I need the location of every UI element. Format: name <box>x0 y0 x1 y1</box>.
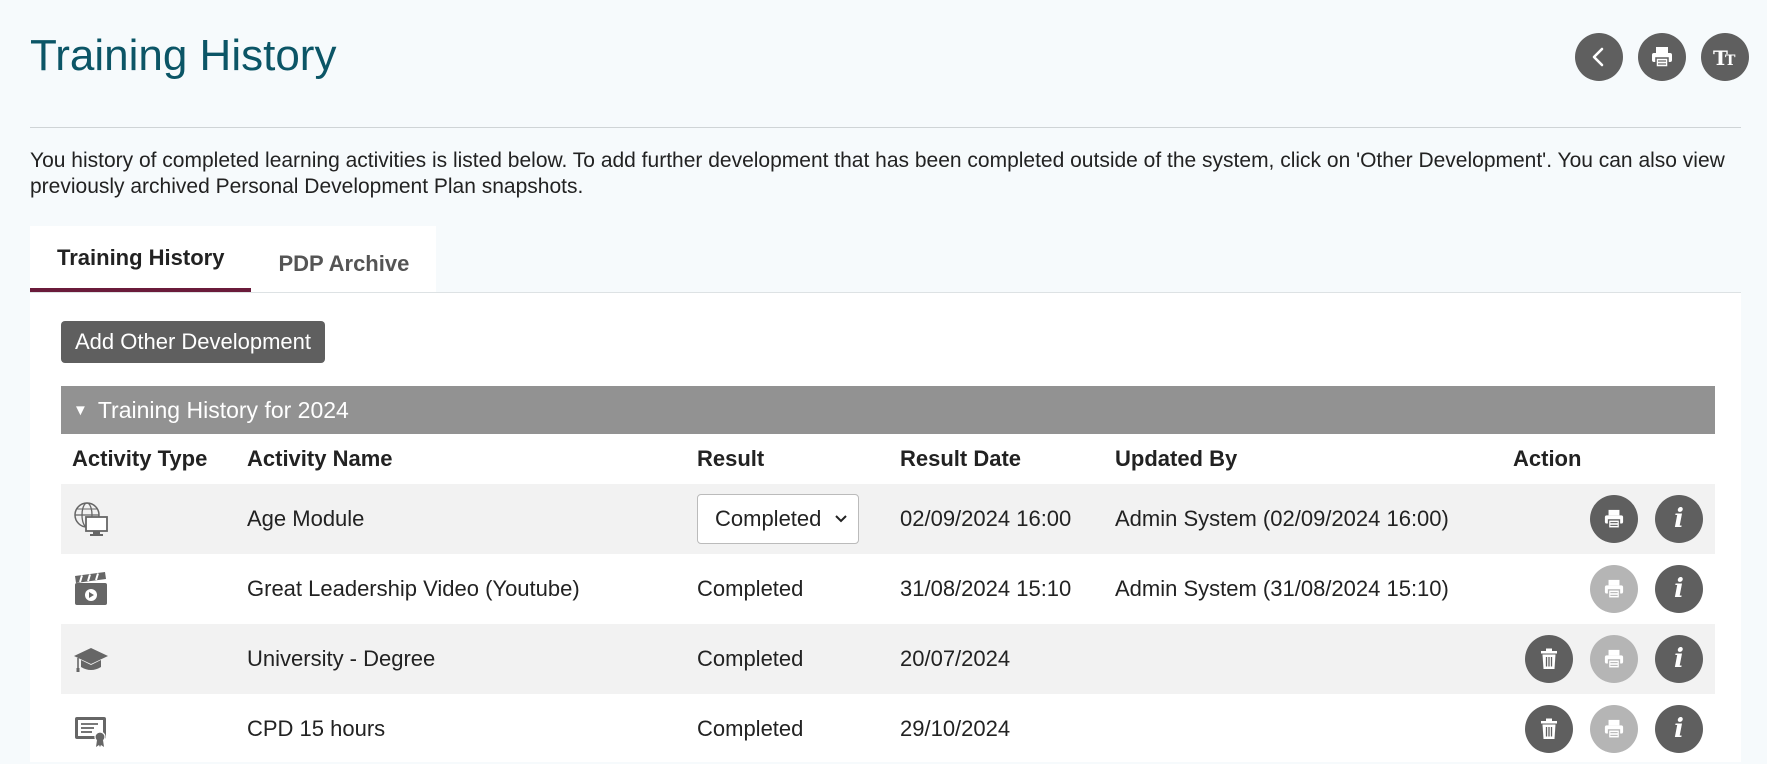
result-date: 20/07/2024 <box>900 646 1011 671</box>
graduation-cap-icon <box>72 640 110 678</box>
result-date: 02/09/2024 16:00 <box>900 506 1072 531</box>
column-header-action: Action <box>1513 446 1582 471</box>
column-header-activity-name: Activity Name <box>247 446 393 471</box>
tab-bar: Training History PDP Archive <box>30 226 437 292</box>
table-row: Great Leadership Video (Youtube) Complet… <box>61 554 1715 624</box>
tab-training-history[interactable]: Training History <box>30 226 252 292</box>
column-header-activity-type: Activity Type <box>72 446 208 471</box>
result-value: Completed <box>697 576 804 601</box>
certificate-icon <box>72 710 110 748</box>
updated-by: Admin System (31/08/2024 15:10) <box>1115 576 1449 601</box>
training-history-table: Activity Type Activity Name Result Resul… <box>61 434 1715 764</box>
result-date: 31/08/2024 15:10 <box>900 576 1072 601</box>
table-row: CPD 15 hours Completed 29/10/2024 i <box>61 694 1715 764</box>
column-header-result-date: Result Date <box>900 446 1022 471</box>
row-actions: i <box>1590 484 1703 554</box>
chevron-down-icon <box>835 515 847 523</box>
info-button[interactable]: i <box>1655 495 1703 543</box>
result-select-value: Completed <box>715 506 822 531</box>
back-icon <box>1592 47 1604 67</box>
print-icon <box>1604 719 1624 739</box>
add-other-development-button[interactable]: Add Other Development <box>61 321 326 363</box>
column-header-updated-by: Updated By <box>1115 446 1238 471</box>
tab-pdp-archive[interactable]: PDP Archive <box>251 226 436 292</box>
activity-name[interactable]: CPD 15 hours <box>247 694 385 764</box>
text-size-icon: TT <box>1713 47 1736 67</box>
header-actions: TT <box>1575 33 1749 81</box>
table-header-row: Activity Type Activity Name Result Resul… <box>61 434 1715 484</box>
table-row: University - Degree Completed 20/07/2024… <box>61 624 1715 694</box>
caret-down-icon: ▼ <box>73 401 88 419</box>
delete-button[interactable] <box>1525 705 1573 753</box>
info-button[interactable]: i <box>1655 705 1703 753</box>
table-row: Age Module Completed 02/09/2024 16:00 Ad… <box>61 484 1715 554</box>
section-toggle-2024[interactable]: ▼ Training History for 2024 <box>61 386 1715 434</box>
info-button[interactable]: i <box>1655 635 1703 683</box>
print-record-button[interactable] <box>1590 495 1638 543</box>
info-icon: i <box>1674 574 1684 604</box>
section-title: Training History for 2024 <box>97 396 349 423</box>
video-clapperboard-icon <box>72 570 110 608</box>
print-icon <box>1604 579 1624 599</box>
print-page-button[interactable] <box>1638 33 1686 81</box>
print-record-button-disabled <box>1590 565 1638 613</box>
e-learning-globe-icon <box>72 500 110 538</box>
svg-text:T: T <box>1725 53 1736 67</box>
result-date: 29/10/2024 <box>900 716 1011 741</box>
back-button[interactable] <box>1575 33 1623 81</box>
activity-name[interactable]: Great Leadership Video (Youtube) <box>247 554 580 624</box>
intro-text: You history of completed learning activi… <box>30 149 1725 198</box>
info-icon: i <box>1674 644 1684 674</box>
training-history-panel: Add Other Development ▼ Training History… <box>30 293 1741 762</box>
activity-name[interactable]: University - Degree <box>247 624 435 694</box>
delete-button[interactable] <box>1525 635 1573 683</box>
title-divider <box>30 127 1741 128</box>
updated-by: Admin System (02/09/2024 16:00) <box>1115 506 1449 531</box>
page-title: Training History <box>30 31 337 80</box>
print-record-button-disabled <box>1590 705 1638 753</box>
row-actions: i <box>1525 694 1703 764</box>
trash-icon <box>1541 718 1557 739</box>
info-icon: i <box>1674 714 1684 744</box>
column-header-result: Result <box>697 446 765 471</box>
print-icon <box>1604 649 1624 669</box>
row-actions: i <box>1590 554 1703 624</box>
info-button[interactable]: i <box>1655 565 1703 613</box>
print-icon <box>1604 509 1624 529</box>
activity-name[interactable]: Age Module <box>247 484 364 554</box>
result-select[interactable]: Completed <box>697 494 859 544</box>
trash-icon <box>1541 648 1557 669</box>
print-record-button-disabled <box>1590 635 1638 683</box>
print-icon <box>1652 47 1672 68</box>
info-icon: i <box>1674 504 1684 534</box>
result-value: Completed <box>697 716 804 741</box>
row-actions: i <box>1525 624 1703 694</box>
text-size-button[interactable]: TT <box>1701 33 1749 81</box>
result-value: Completed <box>697 646 804 671</box>
